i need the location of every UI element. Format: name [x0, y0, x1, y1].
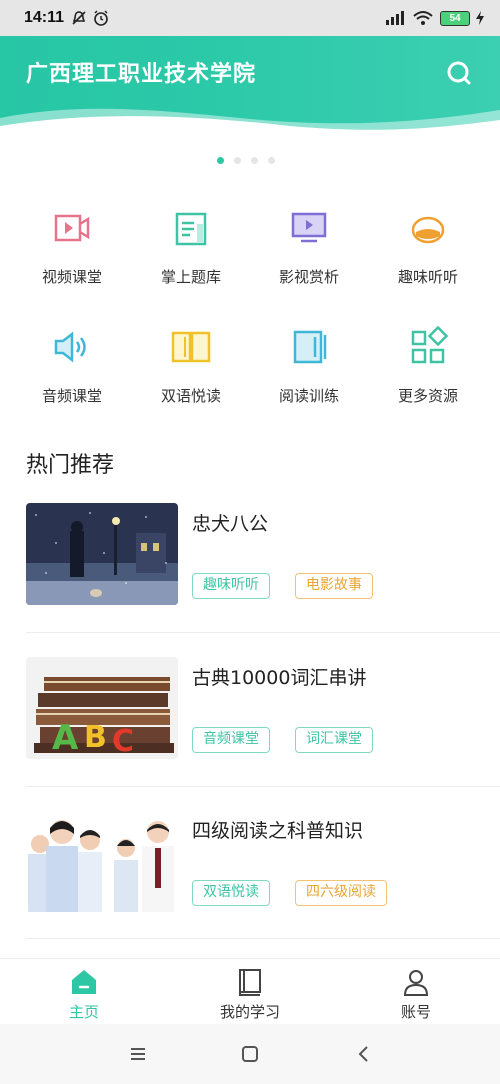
nav-label: 主页 — [68, 1003, 99, 1021]
nav-label: 账号 — [400, 1003, 431, 1021]
grid-item-video-class[interactable]: 视频课堂 — [12, 206, 132, 287]
grid-label: 音频课堂 — [41, 387, 102, 405]
film-screen-icon — [291, 212, 327, 243]
grid-label: 掌上题库 — [160, 268, 221, 286]
grid-item-film-appreciation[interactable]: 影视赏析 — [249, 206, 369, 287]
header-wave — [0, 108, 500, 136]
bottom-nav: 主页 我的学习 账号 — [0, 958, 500, 1024]
mute-icon — [72, 11, 86, 25]
svg-text:A: A — [52, 718, 79, 758]
charging-icon — [476, 11, 484, 25]
book-icon — [239, 969, 261, 996]
carousel-dot[interactable] — [234, 157, 241, 164]
thumbnail-image — [26, 810, 178, 912]
tag[interactable]: 双语悦读 — [192, 880, 270, 906]
open-book-icon — [171, 331, 211, 363]
thumbnail-image: A B C — [26, 657, 178, 759]
alarm-icon — [94, 10, 108, 26]
tag[interactable]: 音频课堂 — [192, 727, 270, 753]
grid-label: 视频课堂 — [41, 268, 102, 286]
list-item[interactable]: A B C 古典10000词汇串讲 音频课堂 词汇课堂 — [26, 657, 500, 787]
grid-label: 双语悦读 — [160, 387, 221, 405]
grid-item-reading-training[interactable]: 阅读训练 — [249, 325, 369, 406]
list-item[interactable]: 四级阅读之科普知识 双语悦读 四六级阅读 — [26, 810, 500, 940]
wifi-icon — [413, 11, 433, 25]
divider — [26, 938, 500, 939]
nav-home[interactable]: 主页 — [24, 967, 144, 1022]
grid-label: 影视赏析 — [278, 268, 339, 286]
carousel-dot[interactable] — [251, 157, 258, 164]
question-bank-icon — [175, 212, 207, 246]
grid-item-question-bank[interactable]: 掌上题库 — [131, 206, 251, 287]
search-icon[interactable] — [444, 58, 474, 88]
headphones-icon — [411, 216, 445, 244]
tag[interactable]: 四六级阅读 — [295, 880, 387, 906]
more-apps-icon — [411, 325, 449, 364]
list-item[interactable]: 忠犬八公 趣味听听 电影故事 — [26, 503, 500, 633]
speaker-icon — [54, 331, 86, 363]
thumbnail-image — [26, 503, 178, 605]
item-title: 古典10000词汇串讲 — [192, 667, 367, 689]
grid-label: 趣味听听 — [397, 268, 458, 286]
carousel-dot[interactable] — [217, 157, 224, 164]
battery-icon: 54 — [440, 10, 470, 26]
grid-label: 更多资源 — [397, 387, 458, 405]
section-title: 热门推荐 — [26, 453, 115, 478]
grid-item-audio-class[interactable]: 音频课堂 — [12, 325, 132, 406]
status-bar: 14:11 54 — [0, 0, 500, 36]
home-icon — [72, 970, 96, 994]
system-nav-bar — [0, 1024, 500, 1084]
divider — [26, 632, 500, 633]
carousel-dot[interactable] — [268, 157, 275, 164]
nav-account[interactable]: 账号 — [356, 967, 476, 1022]
menu-icon[interactable] — [126, 1042, 150, 1066]
divider — [26, 786, 500, 787]
grid-label: 阅读训练 — [278, 387, 339, 405]
nav-my-study[interactable]: 我的学习 — [190, 967, 310, 1022]
svg-text:B: B — [84, 720, 107, 755]
page-title: 广西理工职业技术学院 — [26, 62, 257, 87]
nav-label: 我的学习 — [219, 1003, 280, 1021]
back-icon[interactable] — [352, 1042, 376, 1066]
carousel-indicator — [217, 157, 275, 164]
status-time: 14:11 — [24, 9, 65, 26]
grid-item-more-resources[interactable]: 更多资源 — [368, 325, 488, 406]
video-icon — [54, 214, 90, 242]
grid-item-fun-listening[interactable]: 趣味听听 — [368, 206, 488, 287]
item-title: 四级阅读之科普知识 — [192, 820, 364, 842]
tag[interactable]: 电影故事 — [295, 573, 373, 599]
svg-text:C: C — [112, 724, 134, 759]
signal-icon — [386, 11, 404, 25]
app-header: 广西理工职业技术学院 — [0, 36, 500, 136]
grid-item-bilingual-reading[interactable]: 双语悦读 — [131, 325, 251, 406]
home-square-icon[interactable] — [238, 1042, 262, 1066]
tag[interactable]: 趣味听听 — [192, 573, 270, 599]
item-title: 忠犬八公 — [192, 513, 269, 535]
user-icon — [403, 970, 429, 996]
reading-icon — [293, 330, 327, 364]
tag[interactable]: 词汇课堂 — [295, 727, 373, 753]
